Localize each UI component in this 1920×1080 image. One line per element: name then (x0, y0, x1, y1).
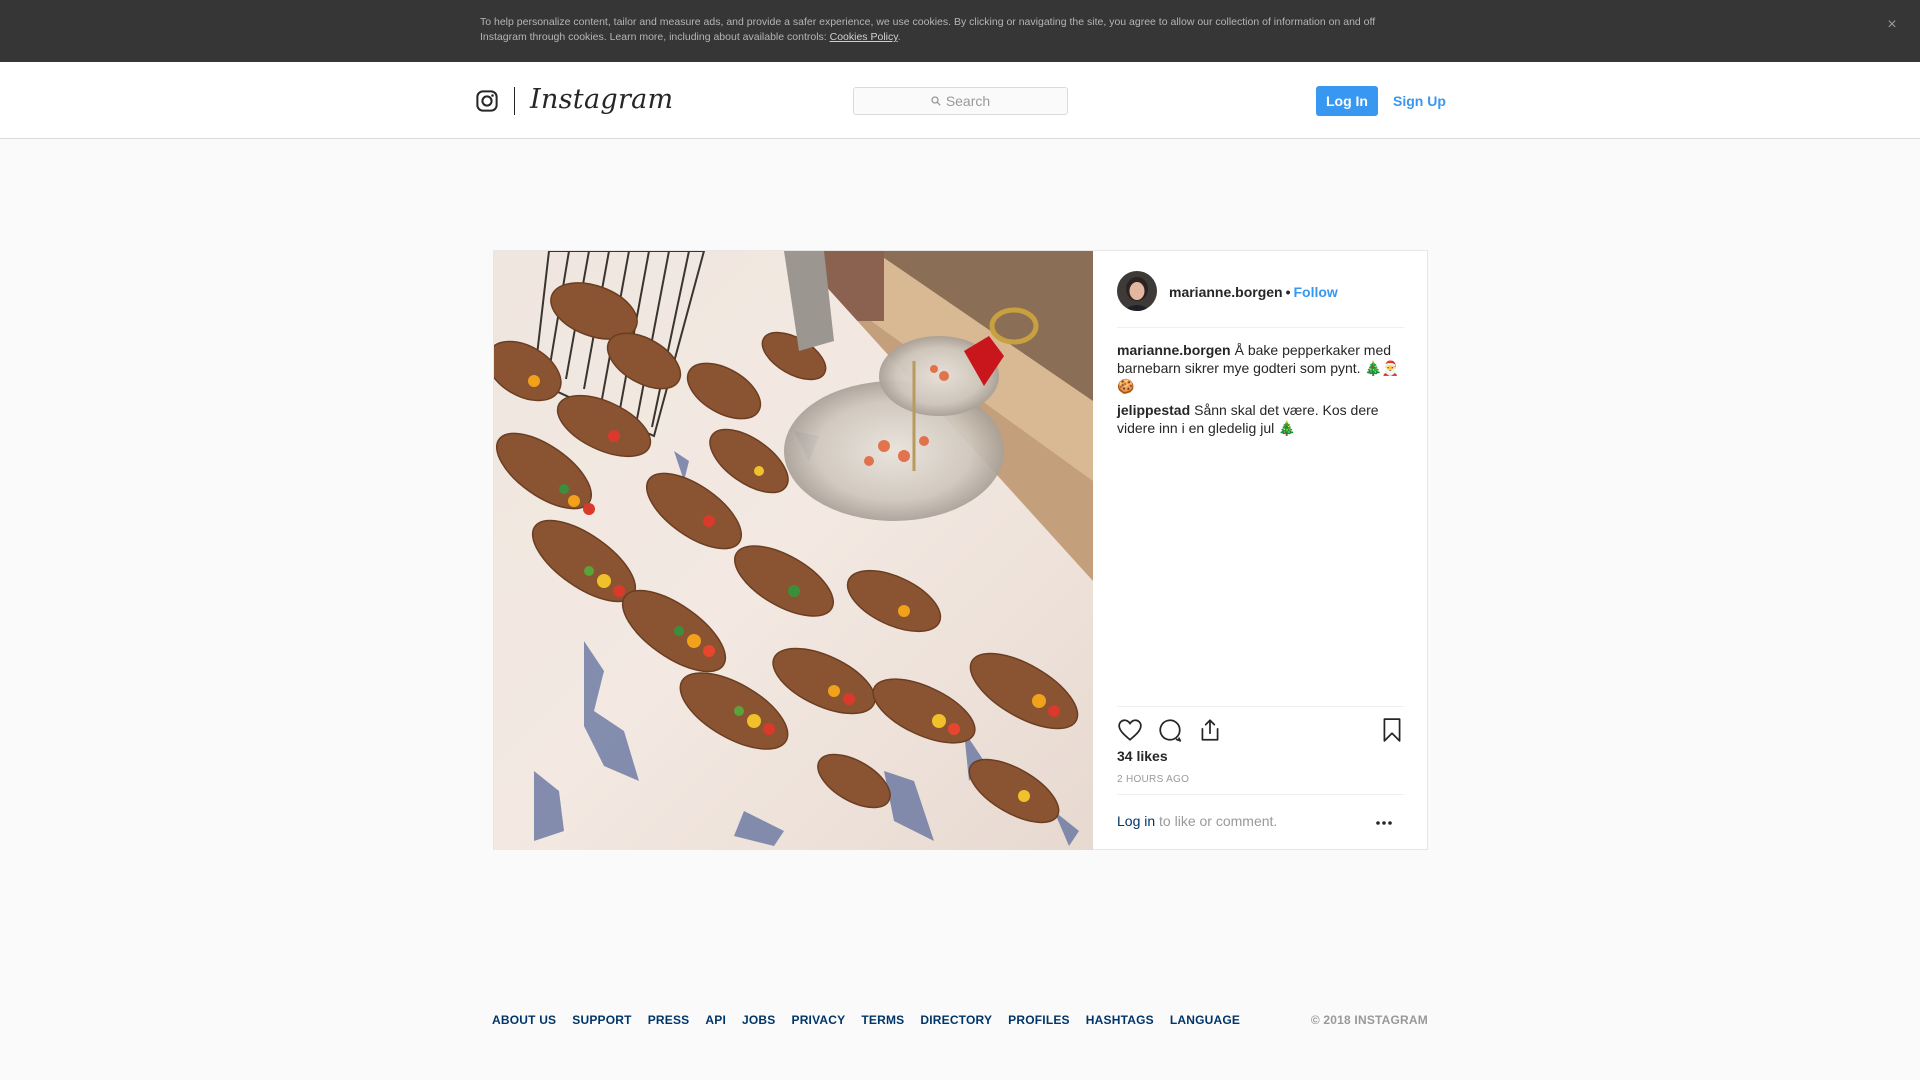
logo-divider (514, 87, 515, 115)
post-author: marianne.borgen • Follow (1169, 284, 1338, 300)
footer-link-directory[interactable]: Directory (920, 1013, 992, 1027)
footer-link-terms[interactable]: Terms (861, 1013, 904, 1027)
heart-icon[interactable] (1117, 717, 1143, 743)
footer-link-profiles[interactable]: Profiles (1008, 1013, 1070, 1027)
gingerbread-photo-illustration (494, 251, 1093, 850)
footer-link-support[interactable]: Support (572, 1013, 631, 1027)
top-navigation: Instagram Search Log In Sign Up (0, 62, 1920, 139)
footer-link-privacy[interactable]: Privacy (791, 1013, 845, 1027)
header-separator: • (1285, 284, 1291, 300)
post-card: marianne.borgen • Follow marianne.borgen Å … (493, 250, 1428, 850)
post-details: marianne.borgen • Follow marianne.borgen Å … (1093, 251, 1428, 850)
comment-username[interactable]: jelippestad (1117, 402, 1190, 418)
comment-icon[interactable] (1157, 717, 1183, 743)
close-icon[interactable]: × (1882, 15, 1902, 35)
share-icon[interactable] (1197, 717, 1223, 743)
footer: About us Support Press API Jobs Privacy … (492, 1013, 1428, 1033)
post-timestamp[interactable]: 2 HOURS AGO (1117, 774, 1189, 785)
login-prompt-text: to like or comment. (1155, 813, 1278, 829)
footer-link-language[interactable]: Language (1170, 1013, 1240, 1027)
cookie-banner-suffix: . (897, 31, 901, 43)
instagram-wordmark[interactable]: Instagram (530, 80, 673, 120)
like-count[interactable]: 34 likes (1117, 748, 1168, 764)
login-button[interactable]: Log In (1316, 86, 1378, 116)
search-icon (931, 96, 941, 106)
footer-link-press[interactable]: Press (648, 1013, 690, 1027)
comment-username[interactable]: marianne.borgen (1117, 342, 1231, 358)
post-header: marianne.borgen • Follow (1117, 271, 1404, 328)
comment-list: marianne.borgen Å bake pepperkaker med ba… (1117, 341, 1407, 443)
login-prompt: Log in to like or comment. (1117, 794, 1404, 850)
signup-link[interactable]: Sign Up (1393, 86, 1446, 116)
more-options-icon[interactable] (1374, 817, 1394, 829)
copyright: © 2018 INSTAGRAM (1310, 1013, 1428, 1027)
cookie-banner-text: To help personalize content, tailor and … (480, 15, 1420, 45)
follow-button[interactable]: Follow (1294, 284, 1338, 300)
author-username-link[interactable]: marianne.borgen (1169, 284, 1283, 300)
comment-item: jelippestad Sånn skal det være. Kos dere … (1117, 401, 1407, 437)
instagram-glyph-icon[interactable] (476, 90, 498, 112)
footer-links: About us Support Press API Jobs Privacy … (492, 1013, 1240, 1027)
avatar-image (1117, 271, 1157, 311)
search-placeholder: Search (945, 93, 991, 109)
footer-link-jobs[interactable]: Jobs (742, 1013, 775, 1027)
login-prompt-link[interactable]: Log in (1117, 813, 1155, 829)
post-actions (1117, 706, 1404, 742)
footer-link-hashtags[interactable]: Hashtags (1086, 1013, 1154, 1027)
footer-link-api[interactable]: API (705, 1013, 726, 1027)
cookies-policy-link[interactable]: Cookies Policy (830, 31, 898, 43)
footer-link-about[interactable]: About us (492, 1013, 556, 1027)
cookie-banner-message: To help personalize content, tailor and … (480, 16, 1376, 43)
cookie-banner: To help personalize content, tailor and … (0, 0, 1920, 62)
comment-caption: marianne.borgen Å bake pepperkaker med ba… (1117, 341, 1407, 395)
search-input[interactable]: Search (853, 87, 1068, 115)
post-photo[interactable] (494, 251, 1093, 850)
bookmark-icon[interactable] (1379, 717, 1405, 743)
avatar[interactable] (1117, 271, 1157, 311)
